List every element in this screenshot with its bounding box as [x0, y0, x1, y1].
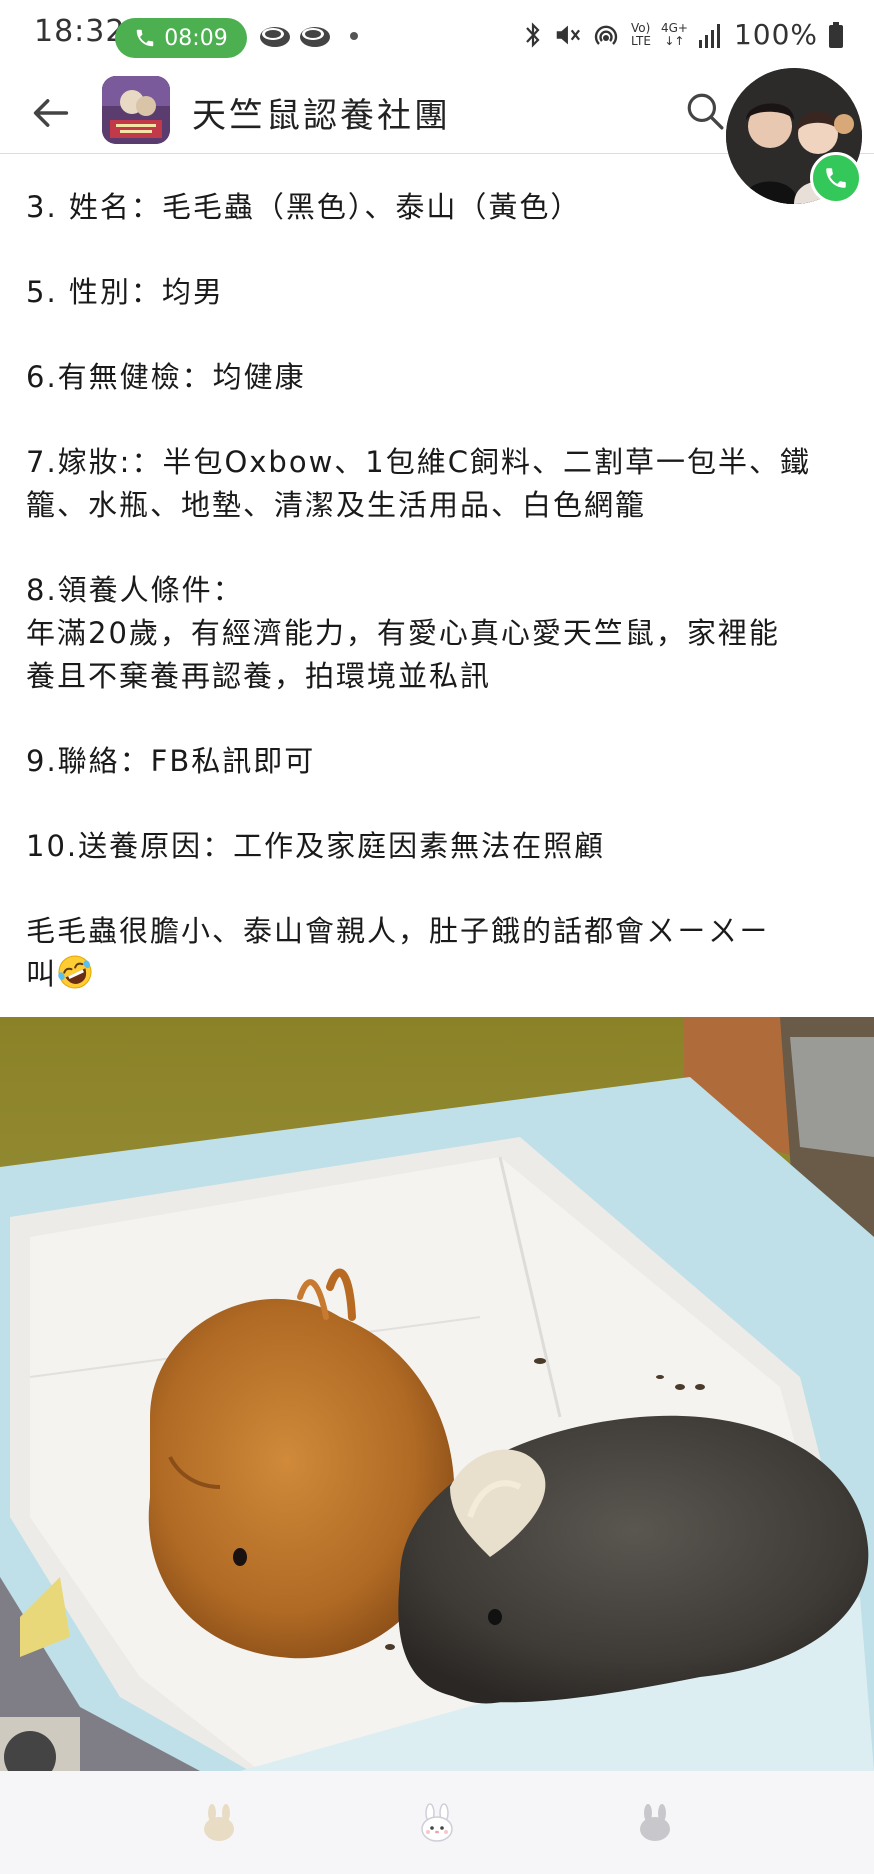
phone-icon: [137, 29, 154, 47]
post-line: 8.領養人條件：: [26, 573, 244, 607]
network-type-indicator: 4G+ ↓↑: [660, 20, 688, 48]
post-paragraph: 5. 性別：均男: [26, 271, 846, 314]
bunny-face-icon: [421, 1802, 453, 1842]
post-paragraph: 9.聯絡：FB私訊即可: [26, 740, 846, 783]
post-paragraph: 10.送養原因：工作及家庭因素無法在照顧: [26, 825, 846, 868]
bluetooth-icon: [526, 21, 540, 48]
data-arrows-icon: ↓↑: [664, 33, 685, 48]
volte-indicator: Vo) LTE: [630, 20, 651, 48]
post-paragraph: 6.有無健檢：均健康: [26, 356, 846, 399]
app-notification-icon: [300, 27, 330, 47]
bunny-icon: [204, 1803, 234, 1841]
phone-icon: [826, 168, 846, 188]
post-line: 毛毛蟲很膽小、泰山會親人，肚子餓的話都會ㄨㄧㄨㄧ: [26, 914, 771, 948]
two-guinea-pigs-photo: [0, 1017, 874, 1771]
battery-icon: [829, 21, 843, 48]
post-line: 3. 姓名：毛毛蟲（黑色）、泰山（黃色）: [26, 190, 582, 224]
rolling-on-floor-laughing-emoji: [58, 955, 92, 989]
arrow-left-icon: [33, 99, 69, 127]
group-cover-image: [102, 76, 170, 144]
ongoing-call-pill[interactable]: 08:09: [115, 18, 247, 58]
group-avatar[interactable]: [102, 76, 170, 144]
post-line: 7.嫁妝:：半包Oxbow、1包維C飼料、二割草一包半、鐵: [26, 445, 811, 479]
post-line: 10.送養原因：工作及家庭因素無法在照顧: [26, 829, 606, 863]
call-duration: 08:09: [164, 25, 228, 51]
bottom-navigation: [0, 1771, 874, 1874]
search-button[interactable]: [680, 86, 730, 136]
notification-icons: [258, 22, 358, 50]
status-time: 18:32: [34, 14, 126, 49]
group-title: 天竺鼠認養社團: [192, 96, 451, 136]
mute-icon: [556, 25, 580, 44]
post-line-with-emoji: 叫: [26, 953, 846, 996]
post-line: 9.聯絡：FB私訊即可: [26, 744, 316, 778]
app-notification-icon: [260, 27, 290, 47]
more-notifications-dot: [350, 32, 358, 40]
call-bubble-phone-button[interactable]: [810, 152, 862, 204]
system-icons: Vo) LTE 4G+ ↓↑ 100%: [523, 18, 844, 51]
post-line: 養且不棄養再認養，拍環境並私訊: [26, 659, 492, 693]
post-photo[interactable]: [0, 1017, 874, 1771]
post-paragraph: 3. 姓名：毛毛蟲（黑色）、泰山（黃色）: [26, 186, 846, 229]
post-line: 6.有無健檢：均健康: [26, 360, 306, 394]
post-paragraph: 毛毛蟲很膽小、泰山會親人，肚子餓的話都會ㄨㄧㄨㄧ 叫: [26, 910, 846, 996]
post-paragraph: 8.領養人條件： 年滿20歲，有經濟能力，有愛心真心愛天竺鼠，家裡能 養且不棄養…: [26, 569, 846, 698]
post-line: 年滿20歲，有經濟能力，有愛心真心愛天竺鼠，家裡能: [26, 616, 780, 650]
hotspot-icon: [594, 25, 618, 45]
post-line-text: 叫: [26, 957, 58, 991]
nav-item-3[interactable]: [625, 1793, 685, 1853]
post-line: 5. 性別：均男: [26, 275, 224, 309]
bunny-icon: [640, 1803, 670, 1841]
nav-item-1[interactable]: [189, 1793, 249, 1853]
search-icon: [687, 93, 724, 130]
nav-item-2[interactable]: [407, 1793, 467, 1853]
back-button[interactable]: [26, 88, 76, 138]
status-bar: 18:32 08:09 Vo) LTE 4G+ ↓↑ 100%: [0, 0, 874, 72]
battery-percent: 100%: [733, 18, 818, 51]
post-paragraph: 7.嫁妝:：半包Oxbow、1包維C飼料、二割草一包半、鐵 籠、水瓶、地墊、清潔…: [26, 441, 846, 527]
signal-icon: [698, 23, 720, 48]
post-line: 籠、水瓶、地墊、清潔及生活用品、白色網籠: [26, 488, 647, 522]
post-body: 3. 姓名：毛毛蟲（黑色）、泰山（黃色） 5. 性別：均男 6.有無健檢：均健康…: [26, 186, 846, 1038]
